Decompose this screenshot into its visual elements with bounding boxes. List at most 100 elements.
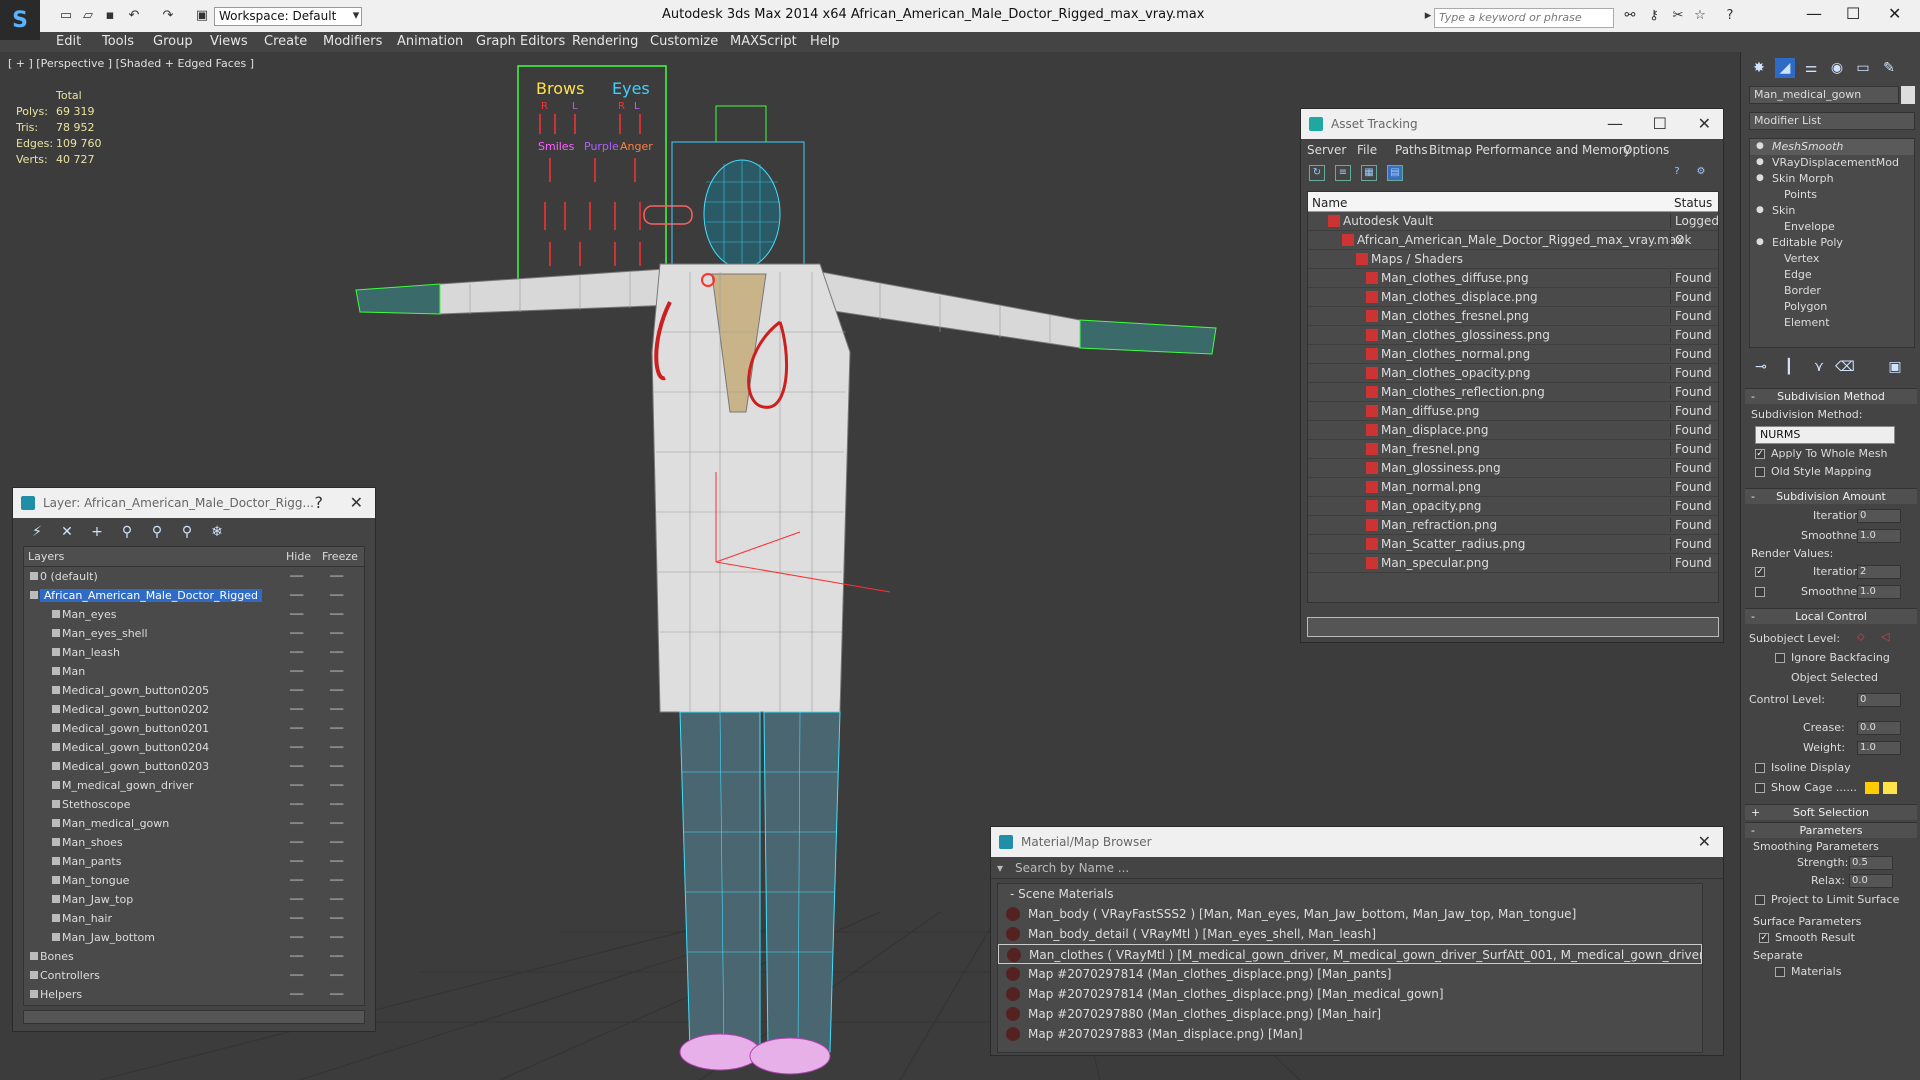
render-smoothness-spinner[interactable]: 1.0 xyxy=(1857,585,1901,599)
hide-toggle[interactable]: ━━ xyxy=(290,855,303,868)
right-shoe-mesh[interactable] xyxy=(749,1037,831,1075)
asset-row[interactable]: Man_clothes_fresnel.png Found xyxy=(1308,307,1718,326)
freeze-toggle[interactable]: ━━ xyxy=(330,855,343,868)
layer-row[interactable]: M_medical_gown_driver ━━ ━━ xyxy=(24,776,364,795)
remove-modifier-icon[interactable]: ⌫ xyxy=(1835,357,1855,377)
layer-row[interactable]: Man_Jaw_top ━━ ━━ xyxy=(24,890,364,909)
modifier-stack-item[interactable]: Vertex xyxy=(1750,251,1914,267)
material-row[interactable]: Man_body_detail ( VRayMtl ) [Man_eyes_sh… xyxy=(998,924,1702,944)
name-column-header[interactable]: Name xyxy=(1312,196,1347,210)
layer-row[interactable]: 0 (default) ━━ ━━ xyxy=(24,567,364,586)
hide-toggle[interactable]: ━━ xyxy=(290,741,303,754)
configure-sets-icon[interactable]: ▣ xyxy=(1885,357,1905,377)
binoculars-icon[interactable]: ⚯ xyxy=(1622,8,1638,24)
render-iterations-spinner[interactable]: 2 xyxy=(1857,565,1901,579)
menu-arrow-icon[interactable]: ▾ xyxy=(997,861,1003,875)
layer-row[interactable]: Helpers ━━ ━━ xyxy=(24,985,364,1004)
cage-color-swatch[interactable] xyxy=(1865,782,1879,794)
thumbnail-view-icon[interactable]: ▦ xyxy=(1361,165,1377,181)
menu-modifiers[interactable]: Modifiers xyxy=(323,34,382,49)
object-name-field[interactable]: Man_medical_gown xyxy=(1749,86,1899,104)
layer-row[interactable]: African_American_Male_Doctor_Rigged ━━ ━━ xyxy=(24,586,364,605)
help-icon[interactable]: ? xyxy=(1669,165,1685,181)
freeze-toggle[interactable]: ━━ xyxy=(330,817,343,830)
menu-customize[interactable]: Customize xyxy=(650,34,718,49)
maximize-icon[interactable]: ☐ xyxy=(1653,109,1667,139)
material-row[interactable]: Map #2070297814 (Man_clothes_displace.pn… xyxy=(998,964,1702,984)
save-icon[interactable]: ▪ xyxy=(102,8,118,24)
asset-row[interactable]: Autodesk Vault Logged O xyxy=(1308,212,1718,231)
menu-views[interactable]: Views xyxy=(210,34,248,49)
layer-row[interactable]: Man_tongue ━━ ━━ xyxy=(24,871,364,890)
material-row[interactable]: Man_body ( VRayFastSSS2 ) [Man, Man_eyes… xyxy=(998,904,1702,924)
asset-row[interactable]: Man_opacity.png Found xyxy=(1308,497,1718,516)
layer-row[interactable]: Man ━━ ━━ xyxy=(24,662,364,681)
freeze-toggle[interactable]: ━━ xyxy=(330,684,343,697)
layer-row[interactable]: Man_leash ━━ ━━ xyxy=(24,643,364,662)
freeze-toggle[interactable]: ━━ xyxy=(330,969,343,982)
freeze-column-header[interactable]: Freeze xyxy=(322,550,358,563)
refresh-icon[interactable]: ↻ xyxy=(1309,165,1325,181)
asset-menu-options[interactable]: Options xyxy=(1623,143,1669,157)
motion-tab-icon[interactable]: ◉ xyxy=(1827,58,1847,78)
asset-row[interactable]: Man_clothes_reflection.png Found xyxy=(1308,383,1718,402)
hide-toggle[interactable]: ━━ xyxy=(290,760,303,773)
control-level-spinner[interactable]: 0 xyxy=(1857,693,1901,707)
close-icon[interactable]: ✕ xyxy=(1698,827,1711,857)
cage-selection-color-swatch[interactable] xyxy=(1883,782,1897,794)
freeze-toggle[interactable]: ━━ xyxy=(330,703,343,716)
hide-toggle[interactable]: ━━ xyxy=(290,703,303,716)
freeze-toggle[interactable]: ━━ xyxy=(330,760,343,773)
table-view-icon[interactable]: ▤ xyxy=(1387,165,1403,181)
freeze-toggle[interactable]: ━━ xyxy=(330,646,343,659)
asset-menu-paths[interactable]: Paths xyxy=(1395,143,1428,157)
apply-whole-mesh-checkbox[interactable]: ✓ xyxy=(1755,449,1765,459)
ignore-backfacing-checkbox[interactable] xyxy=(1775,653,1785,663)
freeze-toggle[interactable]: ━━ xyxy=(330,627,343,640)
rollout-subdivision-method[interactable]: - Subdivision Method xyxy=(1745,388,1917,404)
subdivision-method-dropdown[interactable]: NURMS xyxy=(1755,426,1895,444)
list-view-icon[interactable]: ≡ xyxy=(1335,165,1351,181)
modifier-stack-item[interactable]: ● MeshSmooth xyxy=(1750,139,1914,155)
close-icon[interactable]: ✕ xyxy=(350,488,363,518)
freeze-toggle[interactable]: ━━ xyxy=(330,570,343,583)
layer-row[interactable]: Medical_gown_button0204 ━━ ━━ xyxy=(24,738,364,757)
material-row[interactable]: Map #2070297814 (Man_clothes_displace.pn… xyxy=(998,984,1702,1004)
show-end-result-icon[interactable]: ┃ xyxy=(1779,357,1799,377)
create-tab-icon[interactable]: ✸ xyxy=(1749,58,1769,78)
hide-toggle[interactable]: ━━ xyxy=(290,589,303,602)
freeze-toggle[interactable]: ━━ xyxy=(330,665,343,678)
modify-tab-icon[interactable]: ◢ xyxy=(1775,58,1795,78)
maximize-icon[interactable]: ☐ xyxy=(1846,4,1860,23)
hide-all-icon[interactable]: ⚲ xyxy=(179,524,195,540)
eye-controller[interactable] xyxy=(643,205,693,225)
layers-column-header[interactable]: Layers xyxy=(28,550,64,563)
hide-toggle[interactable]: ━━ xyxy=(290,969,303,982)
freeze-toggle[interactable]: ━━ xyxy=(330,722,343,735)
relax-spinner[interactable]: 0.0 xyxy=(1849,874,1893,888)
asset-row[interactable]: Man_clothes_glossiness.png Found xyxy=(1308,326,1718,345)
highlight-selected-icon[interactable]: ⚲ xyxy=(149,524,165,540)
app-logo-icon[interactable]: S xyxy=(0,0,40,40)
material-search-input[interactable]: Search by Name ... xyxy=(1015,861,1129,875)
hide-column-header[interactable]: Hide xyxy=(286,550,311,563)
asset-row[interactable]: Man_clothes_normal.png Found xyxy=(1308,345,1718,364)
menu-help[interactable]: Help xyxy=(810,34,840,49)
layer-row[interactable]: Medical_gown_button0205 ━━ ━━ xyxy=(24,681,364,700)
rollout-subdivision-amount[interactable]: - Subdivision Amount xyxy=(1745,488,1917,504)
freeze-toggle[interactable]: ━━ xyxy=(330,741,343,754)
hide-toggle[interactable]: ━━ xyxy=(290,912,303,925)
project-folder-icon[interactable]: ▣ xyxy=(194,8,210,24)
modifier-stack-item[interactable]: Polygon xyxy=(1750,299,1914,315)
lightbulb-icon[interactable]: ● xyxy=(1756,237,1766,247)
asset-row[interactable]: Man_clothes_opacity.png Found xyxy=(1308,364,1718,383)
close-icon[interactable]: ✕ xyxy=(1698,109,1711,139)
asset-row[interactable]: Man_clothes_displace.png Found xyxy=(1308,288,1718,307)
hide-toggle[interactable]: ━━ xyxy=(290,931,303,944)
asset-row[interactable]: Man_diffuse.png Found xyxy=(1308,402,1718,421)
viewport-label[interactable]: [ + ] [Perspective ] [Shaded + Edged Fac… xyxy=(8,57,254,70)
material-row[interactable]: Man_clothes ( VRayMtl ) [M_medical_gown_… xyxy=(998,944,1702,964)
minimize-icon[interactable]: — xyxy=(1607,109,1623,139)
layer-row[interactable]: Medical_gown_button0203 ━━ ━━ xyxy=(24,757,364,776)
hide-toggle[interactable]: ━━ xyxy=(290,874,303,887)
